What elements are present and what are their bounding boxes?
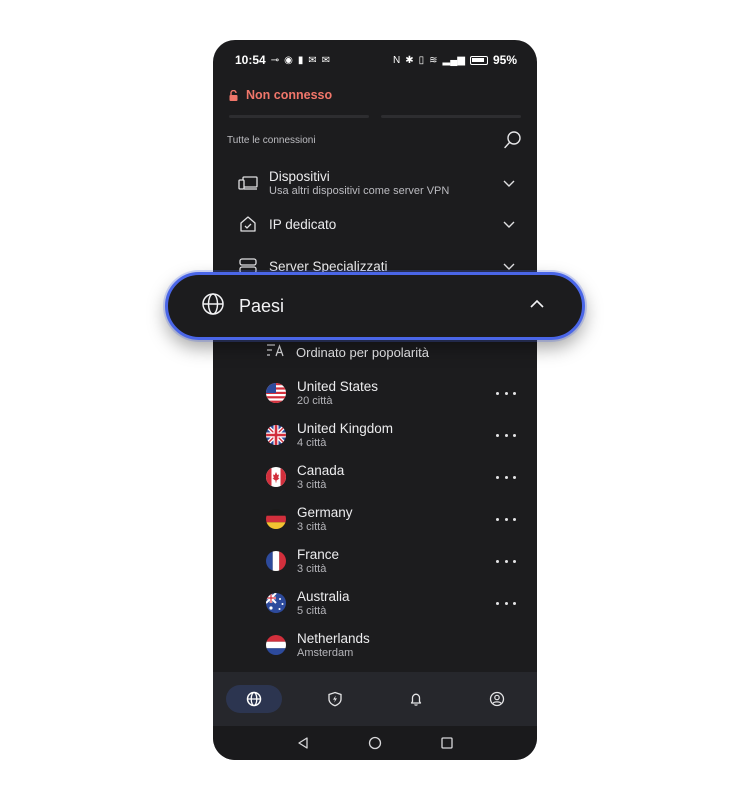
connection-status-text: Non connesso <box>246 88 333 102</box>
paesi-section-header[interactable]: Paesi <box>165 272 585 340</box>
more-options-icon[interactable] <box>496 556 516 566</box>
country-sub: 5 città <box>297 605 327 617</box>
system-navigation <box>213 726 537 760</box>
nav-profile[interactable] <box>469 685 525 713</box>
menu-item-label: IP dedicato <box>269 216 337 232</box>
country-row-united-states[interactable]: United States 20 città <box>266 375 516 411</box>
phone-screen: 10:54 ⊸ ◉ ▮ ✉ ✉ N ✱ ▯ ≋ ▂▄▆ 95% Non conn… <box>213 40 537 760</box>
country-sub: Amsterdam <box>297 647 354 659</box>
country-row-canada[interactable]: Canada 3 città <box>266 459 516 495</box>
more-options-icon[interactable] <box>496 598 516 608</box>
nav-globe[interactable] <box>225 685 282 713</box>
home-ip-icon <box>237 213 259 235</box>
vibrate-icon: ▯ <box>418 54 425 66</box>
section-header: Tutte le connessioni <box>227 128 523 152</box>
country-row-netherlands[interactable]: Netherlands Amsterdam <box>266 627 516 663</box>
tabs-underline <box>229 115 521 118</box>
status-bar: 10:54 ⊸ ◉ ▮ ✉ ✉ N ✱ ▯ ≋ ▂▄▆ 95% <box>213 40 537 80</box>
back-icon[interactable] <box>296 736 310 750</box>
eye-icon: ◉ <box>284 54 293 66</box>
phone-alert-icon: ▮ <box>297 54 304 66</box>
chevron-up-icon <box>528 295 546 318</box>
country-row-france[interactable]: France 3 città <box>266 543 516 579</box>
country-sub: 20 città <box>297 395 333 407</box>
country-row-united-kingdom[interactable]: United Kingdom 4 città <box>266 417 516 453</box>
lock-open-icon <box>229 90 238 101</box>
signal-icon: ▂▄▆ <box>442 54 465 66</box>
search-icon[interactable] <box>503 130 523 150</box>
menu-item-sub: Usa altri dispositivi come server VPN <box>269 185 450 197</box>
battery-percent: 95% <box>492 53 517 67</box>
country-name: United Kingdom <box>297 421 394 436</box>
paesi-label: Paesi <box>239 295 285 316</box>
country-sub: 3 città <box>297 521 327 533</box>
chevron-down-icon <box>501 175 517 191</box>
country-name: Australia <box>297 589 350 604</box>
globe-icon <box>201 292 225 321</box>
country-name: France <box>297 547 340 562</box>
menu-item-label: Dispositivi <box>269 169 330 184</box>
mail-icon: ✉ <box>308 54 317 66</box>
devices-icon <box>237 172 259 194</box>
shield-bolt-icon <box>327 691 342 707</box>
profile-icon <box>489 691 504 707</box>
more-options-icon[interactable] <box>496 472 516 482</box>
bottom-navigation <box>213 672 537 726</box>
more-options-icon[interactable] <box>496 430 516 440</box>
chevron-down-icon <box>501 216 517 232</box>
flag-netherlands-icon <box>266 635 286 655</box>
nfc-icon: N <box>392 54 401 66</box>
bluetooth-icon: ✱ <box>405 54 414 66</box>
flag-germany-icon <box>266 509 286 529</box>
flag-australia-icon <box>266 593 286 613</box>
sort-icon <box>266 342 286 363</box>
battery-icon <box>469 55 488 65</box>
connection-status: Non connesso <box>229 88 332 102</box>
country-name: Canada <box>297 463 345 478</box>
nav-notifications[interactable] <box>388 685 444 713</box>
home-icon[interactable] <box>368 736 382 750</box>
nav-shield[interactable] <box>307 685 363 713</box>
more-options-icon[interactable] <box>496 388 516 398</box>
country-name: Netherlands <box>297 631 370 646</box>
flag-canada-icon <box>266 467 286 487</box>
sort-label: Ordinato per popolarità <box>296 344 429 360</box>
flag-france-icon <box>266 551 286 571</box>
country-row-germany[interactable]: Germany 3 città <box>266 501 516 537</box>
menu-item-dispositivi[interactable]: Dispositivi Usa altri dispositivi come s… <box>237 165 517 201</box>
key-icon: ⊸ <box>270 54 280 66</box>
wifi-icon: ≋ <box>429 54 438 66</box>
country-name: United States <box>297 379 379 394</box>
flag-uk-icon <box>266 425 286 445</box>
mail-icon-2: ✉ <box>321 54 331 66</box>
country-sub: 3 città <box>297 479 327 491</box>
menu-item-ip-dedicato[interactable]: IP dedicato <box>237 206 517 242</box>
globe-icon <box>246 691 261 707</box>
status-time: 10:54 <box>235 53 266 67</box>
country-sub: 3 città <box>297 563 327 575</box>
bell-icon <box>410 693 421 706</box>
more-options-icon[interactable] <box>496 514 516 524</box>
country-sub: 4 città <box>297 437 327 449</box>
country-name: Germany <box>297 505 353 520</box>
flag-us-icon <box>266 383 286 403</box>
country-row-australia[interactable]: Australia 5 città <box>266 585 516 621</box>
sort-option[interactable]: Ordinato per popolarità <box>266 342 429 362</box>
section-title: Tutte le connessioni <box>227 134 316 146</box>
recents-icon[interactable] <box>440 736 454 750</box>
